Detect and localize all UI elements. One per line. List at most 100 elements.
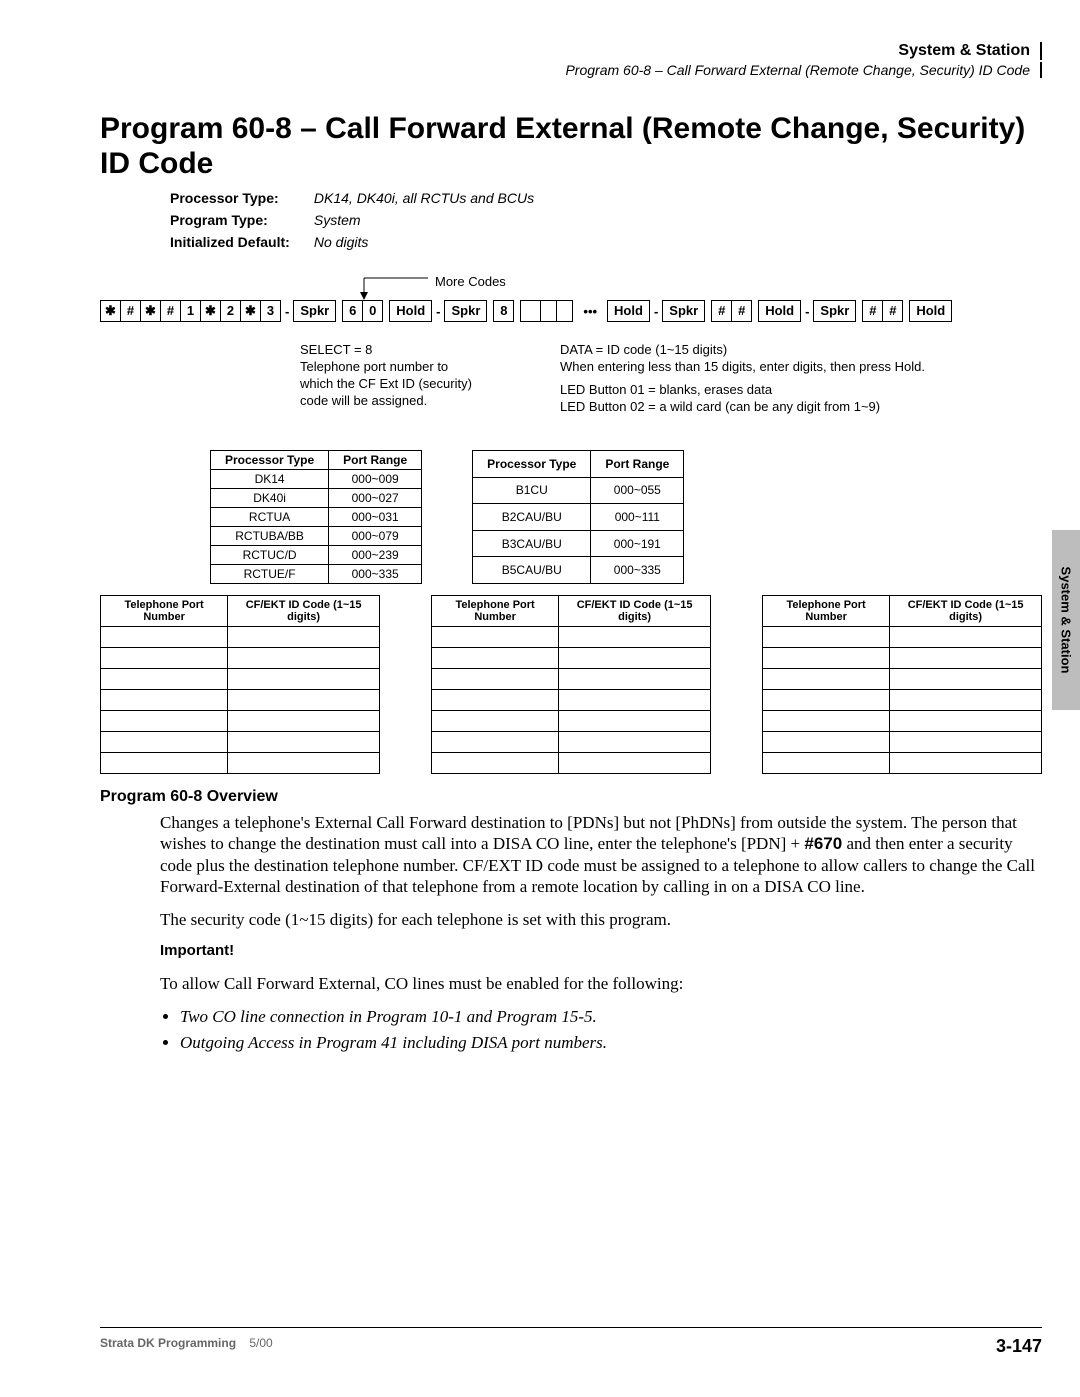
table-row [763, 711, 1042, 732]
init-default-label: Initialized Default: [170, 234, 310, 250]
telport-note-3: code will be assigned. [300, 393, 560, 408]
processor-type-label: Processor Type: [170, 190, 310, 206]
page-title: Program 60-8 – Call Forward External (Re… [100, 112, 1042, 181]
select-note: SELECT = 8 [300, 342, 560, 357]
record-table: Telephone Port Number CF/EKT ID Code (1~… [762, 595, 1042, 774]
col-port-range: Port Range [329, 451, 422, 470]
table-row [432, 627, 711, 648]
key-8: 8 [493, 300, 514, 322]
page-number: 3-147 [996, 1336, 1042, 1357]
key-spkr: Spkr [293, 300, 336, 322]
separator: - [432, 304, 444, 319]
table-row [432, 690, 711, 711]
telport-note-1: Telephone port number to [300, 359, 560, 374]
table-row: DK14000~009 [211, 470, 422, 489]
table-row [101, 753, 380, 774]
table-row [101, 711, 380, 732]
key-hash: # [121, 300, 141, 322]
overview-section: Program 60-8 Overview Changes a telephon… [100, 788, 1042, 1057]
table-row: B5CAU/BU000~335 [473, 557, 684, 584]
key-hold: Hold [389, 300, 432, 322]
important-label: Important! [160, 942, 1042, 961]
table-row [101, 690, 380, 711]
list-item: Outgoing Access in Program 41 including … [180, 1032, 1042, 1053]
key-star: ✱ [201, 300, 221, 322]
ellipsis-icon: ••• [579, 304, 601, 319]
processor-table-left: Processor Type Port Range DK14000~009 DK… [210, 450, 422, 584]
record-tables: Telephone Port Number CF/EKT ID Code (1~… [100, 595, 1042, 774]
table-row [432, 732, 711, 753]
overview-p2: The security code (1~15 digits) for each… [160, 909, 1042, 930]
key-2: 2 [221, 300, 241, 322]
key-star: ✱ [141, 300, 161, 322]
more-codes-label: More Codes [435, 274, 506, 289]
record-table: Telephone Port Number CF/EKT ID Code (1~… [431, 595, 711, 774]
data-note-1: DATA = ID code (1~15 digits) [560, 342, 940, 357]
overview-bullets: Two CO line connection in Program 10-1 a… [180, 1006, 1042, 1053]
table-row [763, 732, 1042, 753]
key-3: 3 [261, 300, 281, 322]
key-spkr: Spkr [444, 300, 487, 322]
led02-note: LED Button 02 = a wild card (can be any … [560, 399, 940, 414]
program-type-value: System [314, 212, 361, 228]
hash670-code: #670 [804, 834, 842, 853]
table-row: B3CAU/BU000~191 [473, 530, 684, 557]
table-row [101, 627, 380, 648]
key-hash: # [161, 300, 181, 322]
table-row: RCTUA000~031 [211, 508, 422, 527]
header-subtitle: Program 60-8 – Call Forward External (Re… [565, 62, 1042, 78]
col-tel-port: Telephone Port Number [763, 596, 890, 627]
table-row: RCTUC/D000~239 [211, 546, 422, 565]
table-row [432, 669, 711, 690]
key-0: 0 [363, 300, 383, 322]
table-row: RCTUBA/BB000~079 [211, 527, 422, 546]
footer-book: Strata DK Programming [100, 1336, 236, 1350]
table-row [763, 753, 1042, 774]
table-row [432, 753, 711, 774]
overview-p3: To allow Call Forward External, CO lines… [160, 973, 1042, 994]
col-tel-port: Telephone Port Number [101, 596, 228, 627]
processor-table-right: Processor Type Port Range B1CU000~055 B2… [472, 450, 684, 584]
key-blank [541, 300, 557, 322]
side-tab: System & Station [1052, 530, 1080, 710]
key-spkr: Spkr [662, 300, 705, 322]
col-processor-type: Processor Type [473, 451, 591, 478]
key-hash: # [732, 300, 752, 322]
data-note-2: When entering less than 15 digits, enter… [560, 359, 940, 374]
table-row: B2CAU/BU000~111 [473, 504, 684, 531]
table-row: RCTUE/F000~335 [211, 565, 422, 584]
telport-note-2: which the CF Ext ID (security) [300, 376, 560, 391]
col-processor-type: Processor Type [211, 451, 329, 470]
led01-note: LED Button 01 = blanks, erases data [560, 382, 940, 397]
side-tab-label: System & Station [1059, 567, 1074, 674]
init-default-value: No digits [314, 234, 368, 250]
program-type-label: Program Type: [170, 212, 310, 228]
col-cfekt-id: CF/EKT ID Code (1~15 digits) [228, 596, 380, 627]
table-row [101, 648, 380, 669]
list-item: Two CO line connection in Program 10-1 a… [180, 1006, 1042, 1027]
table-row [101, 669, 380, 690]
page-footer: Strata DK Programming 5/00 3-147 [100, 1327, 1042, 1357]
separator: - [650, 304, 662, 319]
separator: - [281, 304, 293, 319]
key-hash: # [862, 300, 883, 322]
key-star: ✱ [100, 300, 121, 322]
more-codes-arrow-icon [358, 274, 428, 296]
key-hold: Hold [909, 300, 952, 322]
col-cfekt-id: CF/EKT ID Code (1~15 digits) [890, 596, 1042, 627]
key-hold: Hold [607, 300, 650, 322]
separator: - [801, 304, 813, 319]
col-tel-port: Telephone Port Number [432, 596, 559, 627]
footer-date: 5/00 [249, 1336, 272, 1350]
key-hold: Hold [758, 300, 801, 322]
table-row [763, 669, 1042, 690]
col-port-range: Port Range [591, 451, 684, 478]
table-row [432, 648, 711, 669]
header-section: System & Station [898, 42, 1042, 60]
record-table: Telephone Port Number CF/EKT ID Code (1~… [100, 595, 380, 774]
key-hash: # [883, 300, 903, 322]
table-row [763, 690, 1042, 711]
table-row: B1CU000~055 [473, 477, 684, 504]
key-6: 6 [342, 300, 363, 322]
col-cfekt-id: CF/EKT ID Code (1~15 digits) [559, 596, 711, 627]
